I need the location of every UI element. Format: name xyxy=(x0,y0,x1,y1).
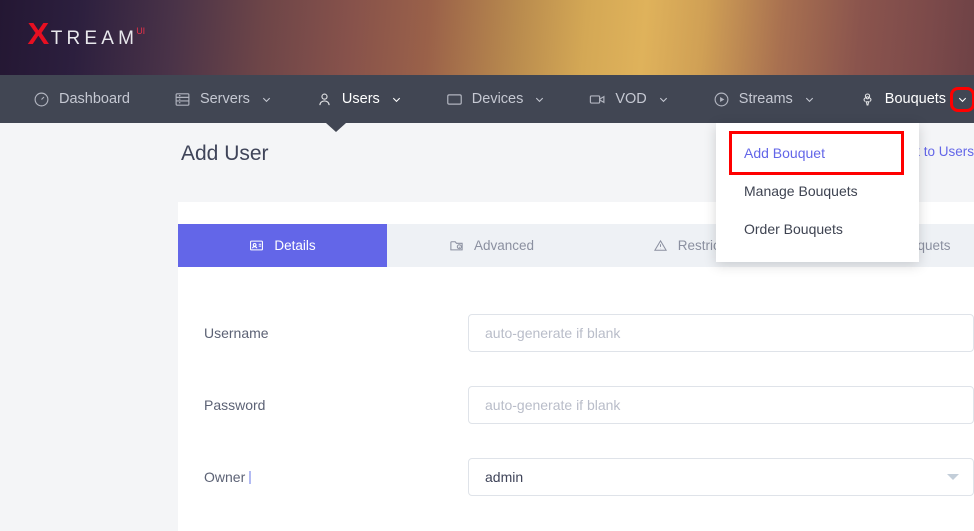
tab-details[interactable]: Details xyxy=(178,224,387,267)
user-icon xyxy=(316,91,333,108)
control-owner: admin xyxy=(468,458,974,496)
device-icon xyxy=(446,91,463,108)
logo-x-mark: X xyxy=(27,16,50,51)
nav-item-streams[interactable]: Streams xyxy=(702,75,826,123)
nav-label-devices: Devices xyxy=(471,91,524,107)
tab-label-details: Details xyxy=(274,238,316,253)
bouquet-icon xyxy=(859,91,876,108)
folder-info-icon xyxy=(449,238,464,253)
nav-label-streams: Streams xyxy=(738,91,793,107)
dropdown-label-order-bouquets: Order Bouquets xyxy=(744,221,843,237)
chevron-down-icon[interactable] xyxy=(947,474,959,480)
label-owner-text: Owner xyxy=(204,469,246,485)
nav-item-dashboard[interactable]: Dashboard xyxy=(22,75,141,123)
label-username: Username xyxy=(204,325,269,341)
dropdown-item-manage-bouquets[interactable]: Manage Bouquets xyxy=(716,172,919,210)
text-caret-artifact xyxy=(249,471,252,484)
main-navbar: Dashboard Servers Users Devices VOD Stre… xyxy=(0,75,974,123)
chevron-down-icon[interactable] xyxy=(658,94,669,105)
form-row-owner: Owner admin xyxy=(178,441,974,513)
active-nav-caret xyxy=(326,123,346,132)
nav-label-bouquets: Bouquets xyxy=(884,91,947,107)
brand-banner: X TREAM UI xyxy=(0,0,974,75)
tab-advanced[interactable]: Advanced xyxy=(387,224,596,267)
nav-item-devices[interactable]: Devices xyxy=(435,75,557,123)
dropdown-label-add-bouquet: Add Bouquet xyxy=(744,145,825,161)
chevron-down-icon[interactable] xyxy=(534,94,545,105)
nav-label-servers: Servers xyxy=(199,91,250,107)
label-owner: Owner xyxy=(204,469,468,485)
chevron-down-icon[interactable] xyxy=(261,94,272,105)
nav-label-dashboard: Dashboard xyxy=(59,91,130,107)
add-user-form: Username Password Owner admin xyxy=(178,267,974,513)
logo-superscript: UI xyxy=(136,26,146,36)
nav-item-servers[interactable]: Servers xyxy=(163,75,283,123)
label-password: Password xyxy=(204,397,266,413)
control-username xyxy=(468,314,974,352)
nav-label-vod: VOD xyxy=(615,91,647,107)
nav-item-vod[interactable]: VOD xyxy=(578,75,679,123)
dropdown-label-manage-bouquets: Manage Bouquets xyxy=(744,183,858,199)
xtream-logo[interactable]: X TREAM UI xyxy=(27,16,147,51)
stream-icon xyxy=(713,91,730,108)
form-row-password: Password xyxy=(178,369,974,441)
nav-label-users: Users xyxy=(341,91,380,107)
video-icon xyxy=(589,91,606,108)
server-icon xyxy=(174,91,191,108)
id-card-icon xyxy=(249,238,264,253)
control-password xyxy=(468,386,974,424)
dashboard-icon xyxy=(33,91,50,108)
page-title: Add User xyxy=(181,142,269,165)
dropdown-item-order-bouquets[interactable]: Order Bouquets xyxy=(716,210,919,248)
nav-item-users[interactable]: Users xyxy=(305,75,413,123)
logo-wordmark: TREAM xyxy=(50,28,139,49)
password-input[interactable] xyxy=(468,386,974,424)
chevron-down-icon[interactable] xyxy=(804,94,815,105)
tab-label-advanced: Advanced xyxy=(473,238,535,253)
owner-select[interactable]: admin xyxy=(468,458,974,496)
chevron-down-icon[interactable] xyxy=(391,94,402,105)
form-row-username: Username xyxy=(178,297,974,369)
warning-icon xyxy=(653,238,668,253)
username-input[interactable] xyxy=(468,314,974,352)
bouquets-dropdown-menu: Add Bouquet Manage Bouquets Order Bouque… xyxy=(716,123,919,262)
chevron-down-icon[interactable] xyxy=(950,86,974,112)
owner-select-value: admin xyxy=(485,469,524,485)
dropdown-item-add-bouquet[interactable]: Add Bouquet xyxy=(729,131,904,175)
nav-item-bouquets[interactable]: Bouquets xyxy=(848,75,974,123)
